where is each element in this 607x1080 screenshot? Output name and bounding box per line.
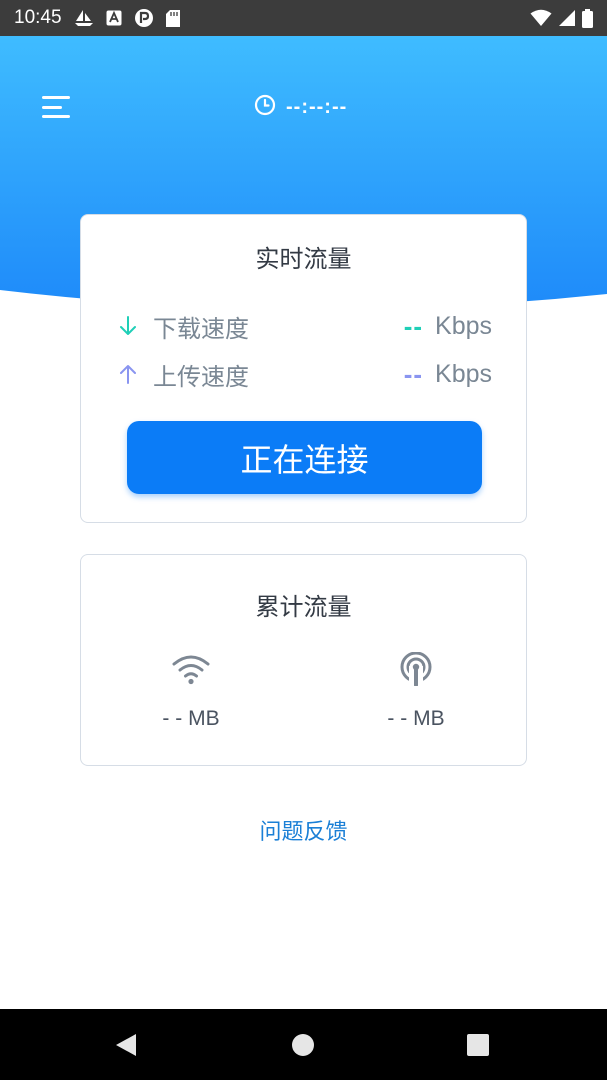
cellular-antenna-icon (398, 651, 434, 687)
cumulative-title: 累计流量 (255, 593, 352, 621)
realtime-traffic-card: 实时流量 下载速度 -- Kbps 上传速度 -- Kbps 正在连接 (80, 214, 527, 523)
recents-icon[interactable] (462, 1031, 494, 1059)
mobile-usage-value: - - MB (387, 707, 445, 730)
wifi-icon (530, 9, 552, 27)
connection-timer: --:--:-- (254, 94, 347, 120)
download-speed-row: 下载速度 -- Kbps (117, 309, 492, 343)
timer-text: --:--:-- (286, 95, 348, 118)
menu-button[interactable] (40, 92, 72, 122)
upload-speed-row: 上传速度 -- Kbps (117, 357, 492, 391)
status-notification-icons (74, 8, 180, 28)
arrow-up-icon (117, 363, 139, 385)
menu-icon-bar (42, 96, 70, 99)
font-a-icon (106, 10, 122, 26)
download-speed-value: -- Kbps (404, 311, 492, 342)
boat-icon (74, 9, 94, 27)
battery-icon (582, 8, 593, 28)
mobile-usage: - - MB (356, 651, 476, 731)
download-speed-number: -- (403, 310, 424, 341)
upload-speed-value: -- Kbps (404, 359, 492, 390)
wifi-usage: - - MB (131, 651, 251, 731)
home-icon[interactable] (289, 1031, 317, 1059)
status-bar: 10:45 (0, 0, 607, 36)
p-badge-icon (134, 8, 154, 28)
download-speed-label: 下载速度 (153, 314, 249, 343)
upload-speed-number: -- (403, 358, 424, 389)
cell-signal-icon (558, 9, 576, 27)
status-time: 10:45 (14, 7, 62, 28)
download-speed-unit: Kbps (435, 311, 492, 340)
upload-speed-label: 上传速度 (153, 362, 249, 391)
clock-icon (254, 94, 276, 120)
wifi-usage-value: - - MB (162, 707, 220, 730)
menu-icon-bar (42, 115, 70, 118)
realtime-title: 实时流量 (255, 245, 352, 273)
system-nav-bar (0, 1009, 607, 1080)
upload-speed-unit: Kbps (435, 359, 492, 388)
cumulative-traffic-card: 累计流量 - - MB - - MB (80, 554, 527, 766)
status-system-icons (530, 8, 593, 28)
feedback-link[interactable]: 问题反馈 (0, 814, 607, 846)
sd-card-icon (165, 9, 180, 27)
arrow-down-icon (117, 315, 139, 337)
connect-button[interactable]: 正在连接 (127, 421, 482, 494)
menu-icon-bar (42, 105, 63, 109)
wifi-icon (172, 651, 210, 687)
back-icon[interactable] (110, 1031, 142, 1059)
